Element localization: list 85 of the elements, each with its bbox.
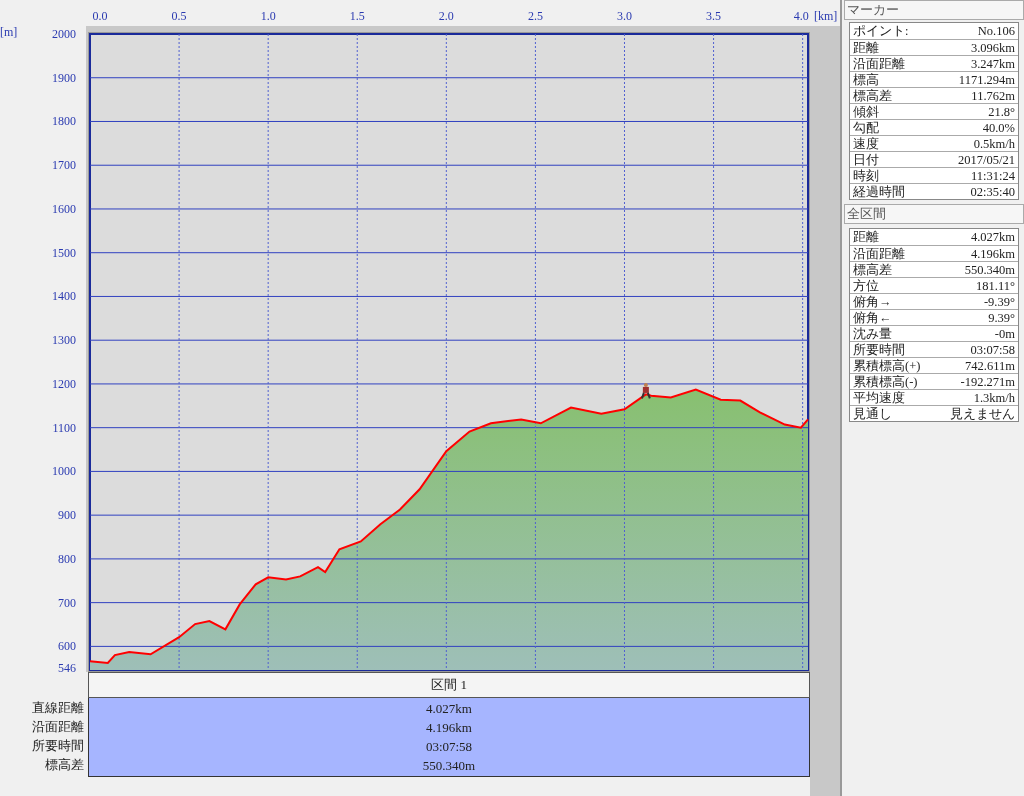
axis-tick-label: 0.5	[171, 9, 187, 23]
info-value: -9.39°	[983, 294, 1015, 309]
info-label: 平均速度	[853, 390, 905, 405]
info-value: 1.3km/h	[973, 390, 1015, 405]
axis-tick-label: 1100	[52, 420, 76, 435]
panel-title: マーカー	[844, 0, 1024, 20]
axis-unit-label: [m]	[0, 25, 18, 39]
row-value: 03:07:58	[425, 738, 473, 756]
info-value: -0m	[994, 326, 1015, 341]
axis-tick-label: 800	[58, 551, 76, 566]
row-label: 直線距離	[32, 699, 84, 717]
info-label: 標高差	[853, 88, 892, 103]
axis-tick-label: 1.0	[260, 9, 276, 23]
info-label: 沿面距離	[853, 56, 905, 71]
info-value: 2017/05/21	[958, 152, 1015, 167]
axis-tick-label: 1200	[52, 376, 76, 391]
info-label: 標高	[853, 72, 879, 87]
info-label: 距離	[853, 40, 879, 55]
axis-tick-label: 1300	[52, 333, 76, 348]
axis-tick-label: 1700	[52, 158, 76, 173]
row-label: 標高差	[45, 756, 84, 774]
info-value: No.106	[977, 23, 1015, 39]
info-label: 方位	[853, 278, 879, 293]
info-label: 日付	[853, 152, 879, 167]
info-value: 3.096km	[970, 40, 1015, 55]
row-value: 4.196km	[426, 719, 472, 737]
info-label: 標高差	[853, 262, 892, 277]
info-value: -192.271m	[960, 374, 1015, 389]
axis-tick-label: 4.0	[793, 9, 809, 23]
info-label: 経過時間	[853, 184, 905, 199]
axis-tick-label: 2.5	[527, 9, 543, 23]
info-value: 3.247km	[970, 56, 1015, 71]
axis-tick-label: 2000	[52, 27, 76, 41]
info-label: 傾斜	[853, 104, 879, 119]
row-label: 沿面距離	[32, 718, 84, 736]
info-label: 累積標高(-)	[853, 374, 918, 389]
axis-tick-label: 0.0	[92, 9, 108, 23]
info-value: 02:35:40	[970, 184, 1015, 199]
info-value: 11:31:24	[971, 168, 1015, 183]
info-label: 時刻	[853, 168, 879, 183]
row-value: 550.340m	[422, 757, 476, 775]
axis-tick-label: 1.5	[349, 9, 365, 23]
axis-tick-label: 1000	[52, 464, 76, 479]
axis-tick-label: 1500	[52, 245, 76, 260]
row-value: 4.027km	[426, 700, 472, 718]
info-value: 21.8°	[988, 104, 1015, 119]
info-label: 沿面距離	[853, 246, 905, 261]
info-value: 1171.294m	[958, 72, 1015, 87]
info-value: 181.11°	[976, 278, 1015, 293]
axis-tick-label: 900	[58, 508, 76, 523]
info-label: 見通し	[853, 406, 892, 421]
axis-tick-label: 546	[58, 661, 76, 672]
hiker-icon[interactable]	[640, 382, 651, 400]
info-label: 勾配	[853, 120, 879, 135]
row-label: 所要時間	[32, 737, 84, 755]
axis-tick-label: 600	[58, 639, 76, 654]
info-label: 距離	[853, 229, 879, 245]
info-value: 4.027km	[970, 229, 1015, 245]
axis-tick-label: 1900	[52, 70, 76, 85]
info-label: 俯角←	[853, 310, 892, 325]
axis-tick-label: 3.0	[617, 9, 632, 23]
info-value: 11.762m	[971, 88, 1015, 103]
info-label: 累積標高(+)	[853, 358, 921, 373]
info-label: 所要時間	[853, 342, 905, 357]
info-label: 沈み量	[853, 326, 892, 341]
info-value: 03:07:58	[970, 342, 1015, 357]
axis-unit-label: [km]	[814, 9, 838, 23]
axis-tick-label: 1600	[52, 201, 76, 216]
axis-tick-label: 1800	[52, 114, 76, 129]
info-value: 見えません	[950, 406, 1015, 421]
section-header: 区間 1	[88, 672, 810, 698]
info-value: 0.5km/h	[973, 136, 1015, 151]
info-value: 550.340m	[964, 262, 1015, 277]
info-label: 速度	[853, 136, 879, 151]
axis-tick-label: 3.5	[706, 9, 722, 23]
info-value: 742.611m	[965, 358, 1015, 373]
axis-tick-label: 700	[58, 595, 76, 610]
panel-title: 全区間	[844, 204, 1024, 224]
info-label: ポイント:	[853, 23, 909, 39]
info-label: 俯角→	[853, 294, 892, 309]
info-value: 9.39°	[988, 310, 1015, 325]
axis-tick-label: 1400	[52, 289, 76, 304]
info-value: 40.0%	[982, 120, 1015, 135]
axis-tick-label: 2.0	[438, 9, 454, 23]
info-value: 4.196km	[970, 246, 1015, 261]
